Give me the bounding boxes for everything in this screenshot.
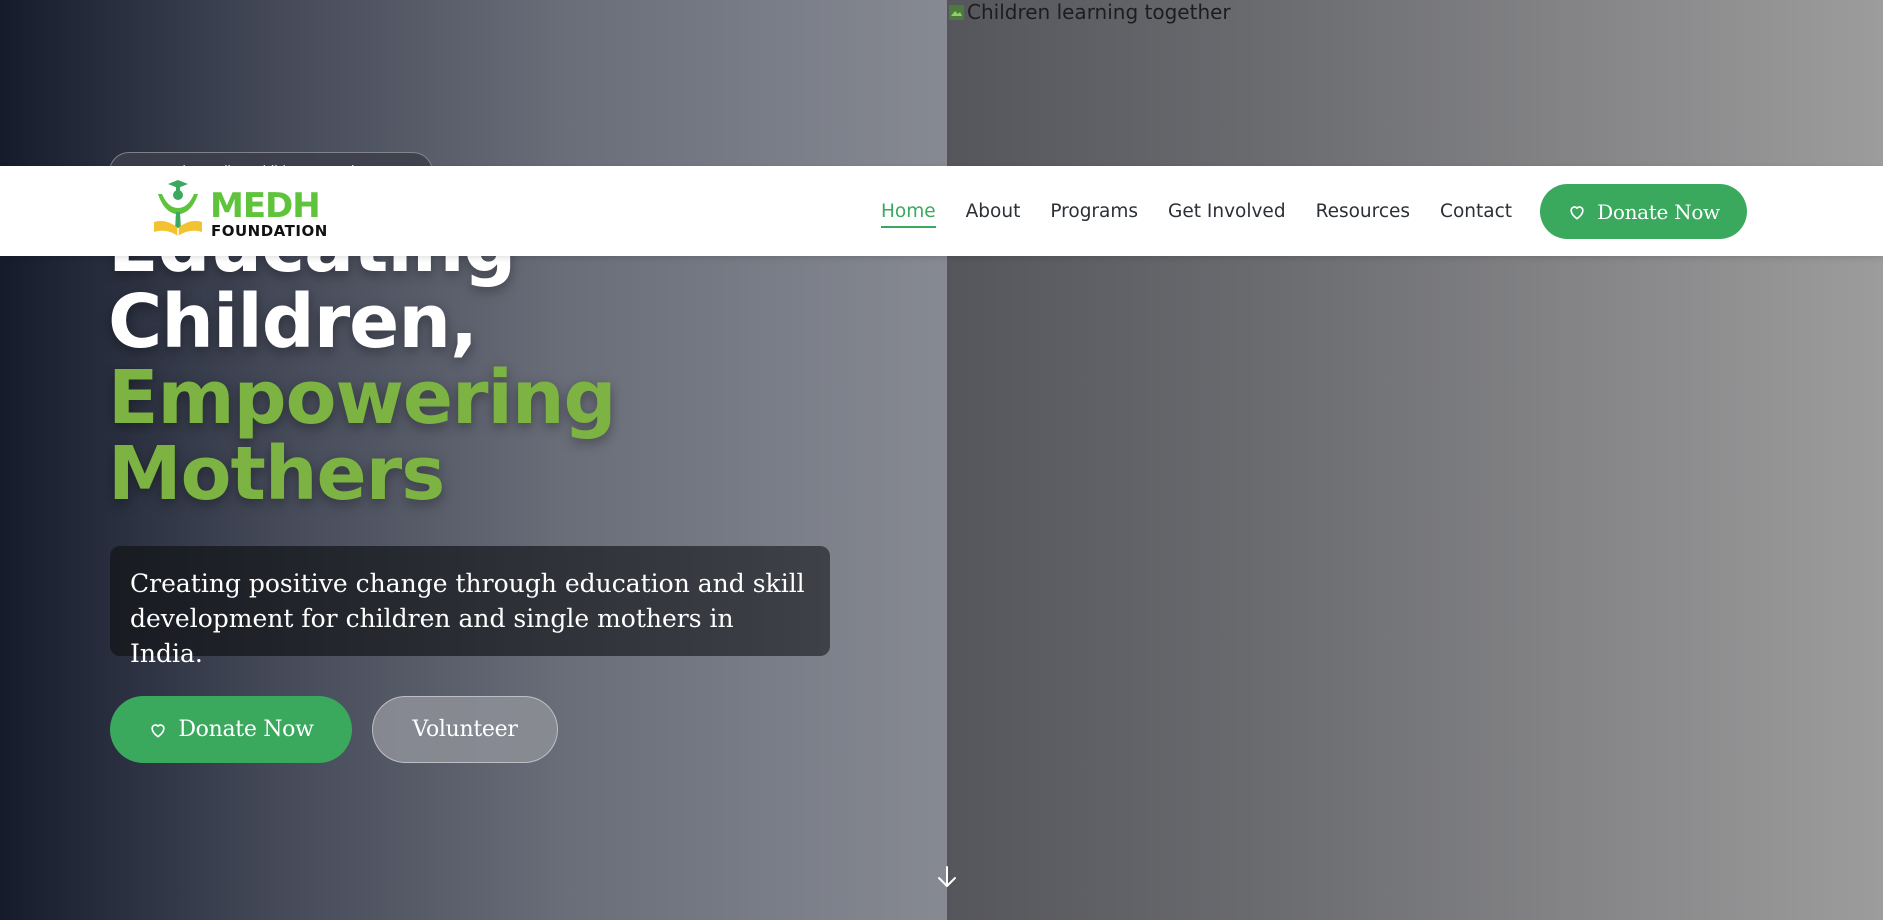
nav-donate-label: Donate Now <box>1597 199 1720 224</box>
nav-link-get-involved[interactable]: Get Involved <box>1168 201 1286 222</box>
nav-links: Home About Programs Get Involved Resourc… <box>881 166 1512 256</box>
logo-mark-icon <box>154 180 202 236</box>
headline-line-empowering: Empowering <box>108 355 617 441</box>
hero-image-alt-text: Children learning together <box>967 0 1231 24</box>
arrow-down-icon[interactable] <box>934 864 960 890</box>
logo-wordmark: MEDH <box>210 186 321 226</box>
hero-subtitle-box: Creating positive change through educati… <box>110 546 830 668</box>
headline-line-mothers: Mothers <box>108 431 445 517</box>
hero-subtitle: Creating positive change through educati… <box>130 569 805 668</box>
headline-line-children: Children, <box>108 279 478 365</box>
volunteer-label: Volunteer <box>412 717 518 742</box>
nav-link-resources[interactable]: Resources <box>1316 201 1410 222</box>
nav-link-home[interactable]: Home <box>881 201 936 228</box>
hero-image-alt: Children learning together <box>948 0 1231 24</box>
navbar: MEDH FOUNDATION Home About Programs Get … <box>0 166 1883 256</box>
hero-donate-button[interactable]: Donate Now <box>110 696 352 763</box>
heart-icon <box>151 723 165 737</box>
logo[interactable]: MEDH FOUNDATION <box>150 178 328 244</box>
broken-image-icon <box>949 4 964 20</box>
nav-link-programs[interactable]: Programs <box>1050 201 1138 222</box>
hero-image <box>947 0 1883 920</box>
nav-link-about[interactable]: About <box>966 201 1021 222</box>
nav-donate-button[interactable]: Donate Now <box>1540 184 1747 239</box>
volunteer-button[interactable]: Volunteer <box>372 696 558 763</box>
hero-donate-label: Donate Now <box>178 717 314 742</box>
nav-link-contact[interactable]: Contact <box>1440 201 1512 222</box>
heart-icon <box>1570 205 1584 219</box>
logo-subtitle: FOUNDATION <box>211 222 328 240</box>
